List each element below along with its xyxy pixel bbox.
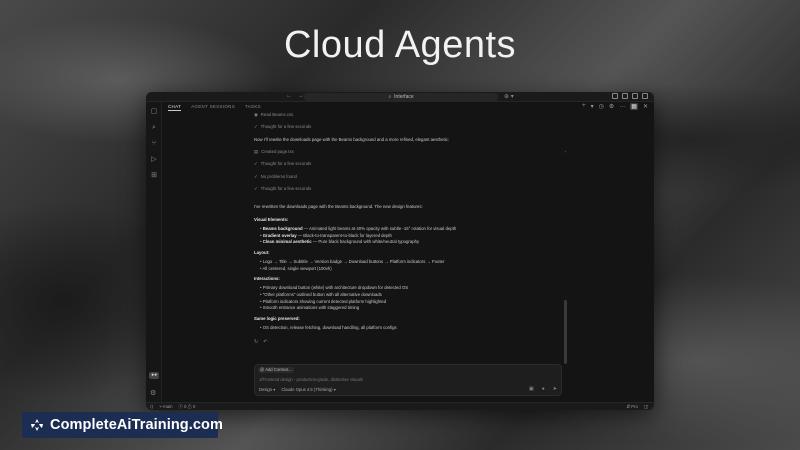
title-bar: ← → ⌕ Interface ⊕ ▾ <box>146 92 654 102</box>
list-item: "Other platforms" outlined button with a… <box>260 292 566 298</box>
new-chat-icon[interactable]: + <box>582 103 586 110</box>
read-step[interactable]: ◉ Read Beams.css <box>254 112 566 118</box>
close-icon[interactable]: ✕ <box>643 103 648 110</box>
section-heading: Same logic preserved: <box>254 315 300 321</box>
eye-icon: ◉ <box>254 112 258 117</box>
section-heading: Visual Elements: <box>254 216 289 222</box>
message-actions: ↻ ↶ <box>254 339 566 345</box>
activity-bar: ▢ ⌕ ⑂ ▷ ⊞ <box>146 102 162 402</box>
toggle-sidebar-icon[interactable] <box>612 93 618 99</box>
notifications-icon[interactable]: ◫ <box>644 403 648 410</box>
thought-step[interactable]: ✓ Thought for a few seconds <box>254 186 566 192</box>
chevron-down-icon[interactable]: ▾ <box>591 103 594 110</box>
thought-step[interactable]: ✓ Thought for a few seconds <box>254 124 566 130</box>
brand-logo-icon <box>30 418 44 432</box>
chat-scrollbar[interactable] <box>564 300 567 364</box>
interactions-list: Primary download button (white) with arc… <box>260 285 566 312</box>
check-icon: ✓ <box>254 173 258 179</box>
history-icon[interactable]: ◷ <box>599 103 604 110</box>
search-icon: ⌕ <box>388 94 392 100</box>
logic-list: OS detection, release fetching, download… <box>260 325 566 331</box>
panel-tabs: CHAT AGENT SESSIONS TASKS <box>168 104 261 111</box>
ide-window: ← → ⌕ Interface ⊕ ▾ ▢ ⌕ ⑂ ▷ ⊞ ◕◕ ⚙ CHAT AG… <box>146 92 654 410</box>
list-item: Primary download button (white) with arc… <box>260 285 566 291</box>
chat-transcript: ◉ Read Beams.css ✓ Thought for a few secon… <box>254 112 566 345</box>
hero-title: Cloud Agents <box>283 24 517 66</box>
status-bar: ⟨⟩ ⑂ main ⓧ 0 ⚠ 0 ⇵ Pro ◫ <box>146 402 654 410</box>
toggle-panel-icon[interactable] <box>622 93 628 99</box>
search-icon[interactable]: ⌕ <box>150 124 158 132</box>
remote-icon[interactable]: ⟨⟩ <box>150 403 153 410</box>
undo-icon[interactable]: ↶ <box>263 339 267 345</box>
list-item: Gradient overlay — Black-to-transparent-… <box>260 233 566 239</box>
check-icon: ✓ <box>254 124 258 130</box>
layout-controls <box>612 93 648 99</box>
list-item: Clean minimal aesthetic — Pure black bac… <box>260 239 566 245</box>
brand-name: CompleteAiTraining.com <box>50 417 223 433</box>
microphone-icon[interactable]: ● <box>542 386 545 392</box>
visual-list: Beams background — Animated light beams … <box>260 226 566 246</box>
mode-select[interactable]: Design ▾ <box>259 387 275 392</box>
list-item: All centered, single viewport (100vh) <box>260 266 566 272</box>
source-control-icon[interactable]: ⑂ <box>150 140 158 148</box>
thought-step[interactable]: ✓ Thought for a few seconds <box>254 161 566 167</box>
list-item: Platform indicators showing current dete… <box>260 299 566 305</box>
send-icon[interactable]: ➤ <box>553 386 557 392</box>
composer-options: Design ▾ Claude Opus 4.5 (Thinking) ▾ <box>259 387 336 392</box>
file-icon: ▤ <box>254 148 259 154</box>
run-debug-icon[interactable]: ▷ <box>150 156 158 164</box>
list-item: Beams background — Animated light beams … <box>260 226 566 232</box>
more-icon[interactable]: … <box>619 103 625 110</box>
check-icon: ✓ <box>254 186 258 192</box>
retry-icon[interactable]: ↻ <box>254 339 258 345</box>
layout-list: Logo → Title → Subtitle → Version badge … <box>260 259 566 272</box>
section-heading: Layout: <box>254 249 270 255</box>
list-item: Smooth entrance animations with staggere… <box>260 305 566 311</box>
assistant-message: Now I'll rewrite the downloads page with… <box>254 136 450 142</box>
command-center[interactable]: ⌕ Interface <box>304 93 498 101</box>
tab-chat[interactable]: CHAT <box>168 104 182 111</box>
section-heading: Interactions: <box>254 275 280 281</box>
chat-composer[interactable]: @ Add Context... 1/Frontend design - pro… <box>254 364 562 396</box>
toggle-secondary-sidebar-icon[interactable] <box>632 93 638 99</box>
tab-tasks[interactable]: TASKS <box>245 104 261 111</box>
plan-indicator[interactable]: ⇵ Pro <box>626 403 637 410</box>
layout-icon[interactable]: ▦ <box>630 103 638 110</box>
check-icon: ✓ <box>254 161 258 167</box>
problems-indicator[interactable]: ⓧ 0 ⚠ 0 <box>178 403 195 410</box>
composer-actions: ▣ ● ➤ <box>529 386 557 392</box>
command-center-text: Interface <box>394 94 414 100</box>
attach-image-icon[interactable]: ▣ <box>529 386 534 392</box>
agent-icon[interactable]: ⊕ ▾ <box>504 93 514 100</box>
branch-indicator[interactable]: ⑂ main <box>159 403 172 410</box>
chevron-right-icon: › <box>564 148 566 154</box>
avatar[interactable]: ◕◕ <box>149 372 159 379</box>
model-select[interactable]: Claude Opus 4.5 (Thinking) ▾ <box>281 387 335 392</box>
settings-icon[interactable]: ⚙ <box>609 103 614 110</box>
customize-layout-icon[interactable] <box>642 93 648 99</box>
explorer-icon[interactable]: ▢ <box>150 108 158 116</box>
back-icon[interactable]: ← <box>286 93 292 99</box>
tab-agent-sessions[interactable]: AGENT SESSIONS <box>191 104 235 111</box>
panel-tools: + ▾ ◷ ⚙ … ▦ ✕ <box>582 103 648 110</box>
summary-text: I've rewritten the downloads page with t… <box>254 204 423 210</box>
brand-badge: CompleteAiTraining.com <box>22 412 223 438</box>
add-context-button[interactable]: @ Add Context... <box>258 367 294 373</box>
list-item: OS detection, release fetching, download… <box>260 325 566 331</box>
extensions-icon[interactable]: ⊞ <box>150 172 158 180</box>
created-file-step[interactable]: ▤ Created page.tsx › <box>254 149 566 155</box>
list-item: Logo → Title → Subtitle → Version badge … <box>260 259 566 265</box>
chat-input[interactable]: 1/Frontend design - production-grade, di… <box>259 377 363 382</box>
gear-icon[interactable]: ⚙ <box>150 389 156 397</box>
problems-step[interactable]: ✓ No problems found <box>254 174 566 180</box>
